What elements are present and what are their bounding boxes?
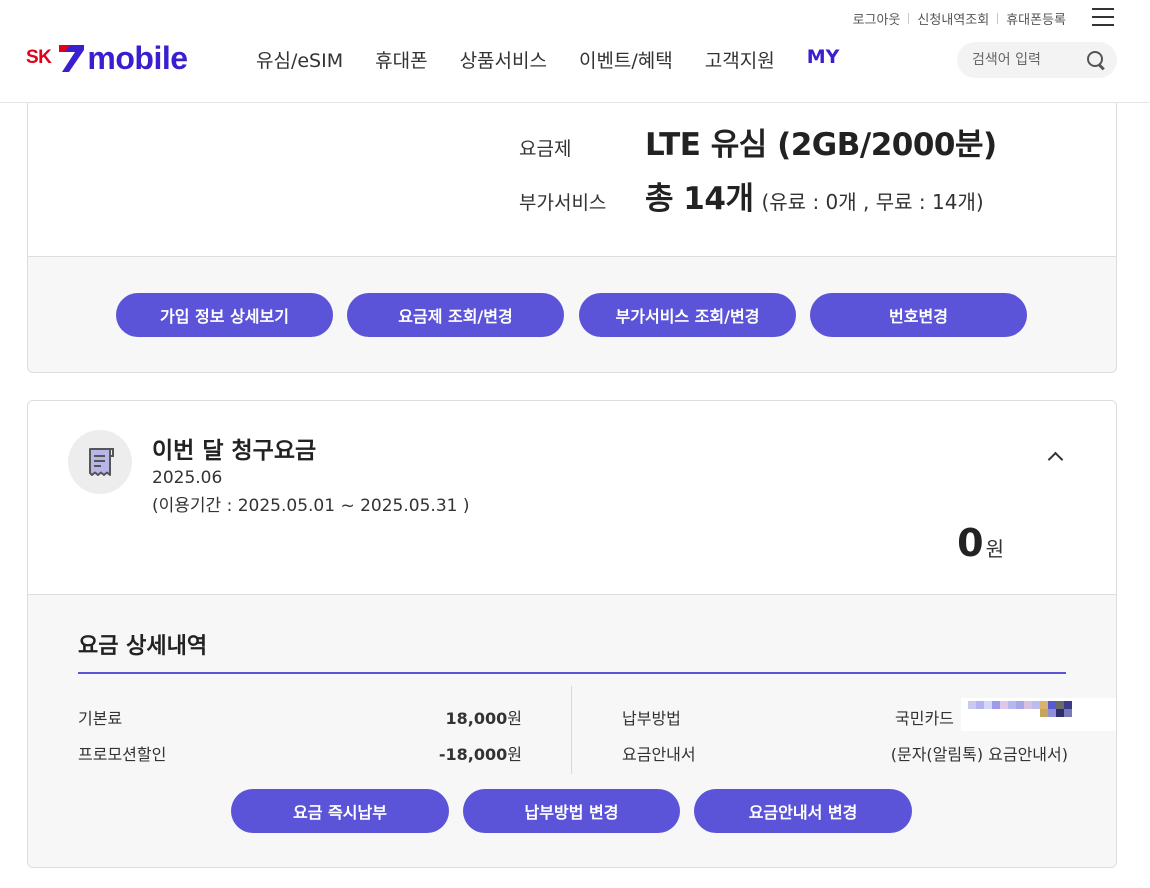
payment-method-change-button[interactable]: 납부방법 변경: [463, 789, 680, 833]
register-phone-link[interactable]: 휴대폰등록: [1006, 9, 1066, 28]
detail-title: 요금 상세내역: [78, 634, 208, 659]
nav-phone[interactable]: 휴대폰: [375, 46, 427, 73]
nav-products-services[interactable]: 상품서비스: [460, 46, 547, 73]
divider: [908, 13, 910, 24]
main-nav: 유심/eSIM 휴대폰 상품서비스 이벤트/혜택 고객지원 MY: [256, 46, 871, 73]
addon-label: 부가서비스: [519, 192, 607, 214]
column-divider: [571, 686, 572, 774]
addon-value: 총 14개: [645, 181, 754, 217]
application-history-link[interactable]: 신청내역조회: [917, 9, 989, 28]
bill-guide-label: 요금안내서: [622, 745, 696, 764]
menu-icon[interactable]: [1092, 8, 1114, 26]
search-input[interactable]: [972, 52, 1082, 68]
plan-change-button[interactable]: 요금제 조회/변경: [347, 293, 564, 337]
plan-label: 요금제: [519, 138, 572, 160]
bill-month: 2025.06: [152, 468, 223, 488]
nav-my[interactable]: MY: [807, 46, 840, 73]
search-box: [957, 42, 1117, 78]
nav-customer-support[interactable]: 고객지원: [705, 46, 775, 73]
payment-method-value: 국민카드: [895, 709, 954, 728]
bill-amount-value: 0: [957, 521, 984, 565]
billing-card: 이번 달 청구요금 2025.06 (이용기간 : 2025.05.01 ~ 2…: [27, 400, 1117, 868]
chevron-up-icon[interactable]: [1048, 449, 1062, 463]
utility-links: 로그아웃 신청내역조회 휴대폰등록: [853, 9, 1066, 28]
bill-title: 이번 달 청구요금: [152, 438, 317, 464]
sk-7mobile-logo[interactable]: SK mobile: [26, 41, 188, 75]
base-fee-label: 기본료: [78, 709, 123, 728]
addon-change-button[interactable]: 부가서비스 조회/변경: [579, 293, 796, 337]
logo-mobile-text: mobile: [87, 40, 188, 76]
logo-seven-mark: [59, 45, 85, 72]
logout-link[interactable]: 로그아웃: [853, 9, 901, 28]
nav-events-benefits[interactable]: 이벤트/혜택: [579, 46, 673, 73]
bill-guide-change-button[interactable]: 요금안내서 변경: [694, 789, 912, 833]
payment-method-label: 납부방법: [622, 709, 681, 728]
nav-usim-esim[interactable]: 유심/eSIM: [256, 46, 343, 73]
bill-amount: 0 원: [957, 521, 1004, 565]
promo-discount-value: -18,000원: [438, 745, 522, 764]
divider: [997, 13, 999, 24]
addon-row: 부가서비스 총 14개 (유료 : 0개 , 무료 : 14개): [519, 173, 984, 218]
pay-now-button[interactable]: 요금 즉시납부: [231, 789, 449, 833]
bill-period: (이용기간 : 2025.05.01 ~ 2025.05.31 ): [152, 496, 470, 516]
bill-amount-unit: 원: [985, 537, 1004, 561]
bill-detail-section: 요금 상세내역 기본료 18,000원 프로모션할인 -18,000원 납부방법…: [28, 594, 1116, 867]
bill-guide-value: (문자(알림톡) 요금안내서): [890, 745, 1068, 764]
receipt-icon: [68, 430, 132, 494]
search-icon[interactable]: [1087, 51, 1105, 69]
plan-value: LTE 유심 (2GB/2000분): [645, 127, 997, 163]
plan-button-bar: 가입 정보 상세보기 요금제 조회/변경 부가서비스 조회/변경 번호변경: [28, 256, 1116, 372]
subscription-detail-button[interactable]: 가입 정보 상세보기: [116, 293, 333, 337]
plan-card: 요금제 LTE 유심 (2GB/2000분) 부가서비스 총 14개 (유료 :…: [27, 103, 1117, 373]
detail-divider: [78, 672, 1066, 674]
addon-detail: (유료 : 0개 , 무료 : 14개): [761, 190, 984, 214]
number-change-button[interactable]: 번호변경: [810, 293, 1027, 337]
plan-row: 요금제 LTE 유심 (2GB/2000분): [519, 119, 997, 164]
base-fee-value: 18,000원: [445, 709, 522, 728]
redacted-card-number: [961, 698, 1116, 731]
promo-discount-label: 프로모션할인: [78, 745, 167, 764]
site-header: 로그아웃 신청내역조회 휴대폰등록 SK mobile 유심/eSIM 휴대폰 …: [0, 0, 1150, 103]
logo-sk-text: SK: [26, 47, 52, 68]
